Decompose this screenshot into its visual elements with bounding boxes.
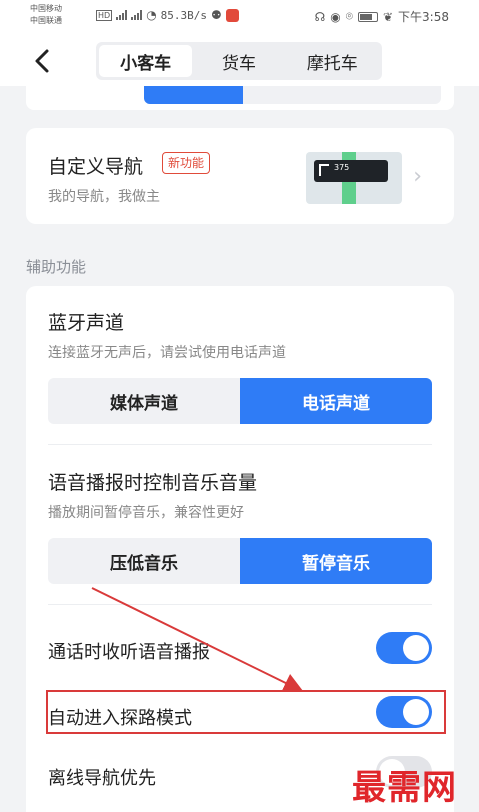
wifi-icon: ◔ <box>146 8 157 22</box>
pause-music-option[interactable]: 暂停音乐 <box>240 538 432 584</box>
carrier-info: 中国移动 中国联通 <box>30 3 62 27</box>
custom-nav-card[interactable]: 自定义导航 新功能 我的导航，我做主 375 › <box>26 128 454 224</box>
call-voice-label: 通话时收听语音播报 <box>48 642 210 663</box>
highlight-box <box>46 690 446 734</box>
divider <box>48 444 432 445</box>
clock-time: 下午3:58 <box>398 10 449 24</box>
watermark-logo: 最需网 <box>352 768 457 808</box>
headphones-icon: ☊ <box>314 9 326 24</box>
phone-channel-option[interactable]: 电话声道 <box>240 378 432 424</box>
status-right-icons: ☊ ◉ ⌾ ❦ 下午3:58 <box>315 8 449 25</box>
nav-preview-distance: 375 <box>334 163 350 172</box>
leaf-icon: ❦ <box>382 9 394 24</box>
offline-nav-label: 离线导航优先 <box>48 768 156 789</box>
music-volume-subtitle: 播放期间暂停音乐，兼容性更好 <box>48 505 244 521</box>
turn-left-icon <box>319 164 329 176</box>
screen: 中国移动 中国联通 HD ◔ 85.3B/s ⚉ ☊ ◉ ⌾ ❦ 下午3:58 … <box>0 0 479 812</box>
bluetooth-subtitle: 连接蓝牙无声后，请尝试使用电话声道 <box>48 345 286 361</box>
bluetooth-channel-selector: 媒体声道 电话声道 <box>48 378 432 424</box>
location-icon: ⌾ <box>345 9 353 23</box>
net-speed: 85.3B/s <box>160 8 208 22</box>
previous-segment-partial <box>144 86 441 104</box>
lower-music-option[interactable]: 压低音乐 <box>48 538 240 584</box>
tab-car[interactable]: 小客车 <box>99 45 193 77</box>
chevron-right-icon: › <box>413 164 422 189</box>
tab-motorcycle[interactable]: 摩托车 <box>286 45 379 77</box>
back-icon[interactable] <box>28 46 58 76</box>
bluetooth-title: 蓝牙声道 <box>48 312 125 334</box>
app-icon: ⚉ <box>211 8 222 22</box>
section-label: 辅助功能 <box>26 258 87 276</box>
eye-icon: ◉ <box>330 9 341 24</box>
previous-card-partial <box>26 86 454 110</box>
media-channel-option[interactable]: 媒体声道 <box>48 378 240 424</box>
music-volume-title: 语音播报时控制音乐音量 <box>48 472 258 494</box>
divider <box>48 604 432 605</box>
tab-truck[interactable]: 货车 <box>192 45 285 77</box>
carrier-1: 中国移动 <box>30 4 62 13</box>
new-feature-badge: 新功能 <box>162 152 211 174</box>
battery-icon <box>357 11 378 22</box>
vehicle-type-tabs: 小客车 货车 摩托车 <box>96 42 382 80</box>
carrier-2: 中国联通 <box>30 16 62 25</box>
notification-icon <box>225 8 239 22</box>
custom-nav-subtitle: 我的导航，我做主 <box>48 189 160 205</box>
nav-preview-image: 375 <box>306 152 402 204</box>
nav-preview-panel: 375 <box>314 160 388 182</box>
signal-icon <box>116 10 128 20</box>
status-bar: 中国移动 中国联通 HD ◔ 85.3B/s ⚉ ☊ ◉ ⌾ ❦ 下午3:58 <box>0 0 479 36</box>
status-left-icons: HD ◔ 85.3B/s ⚉ <box>96 8 239 22</box>
header: 小客车 货车 摩托车 <box>0 36 479 86</box>
call-voice-toggle[interactable] <box>376 632 432 664</box>
music-volume-selector: 压低音乐 暂停音乐 <box>48 538 432 584</box>
custom-nav-title: 自定义导航 <box>48 156 144 178</box>
signal-icon-2 <box>131 10 143 20</box>
hd-indicator: HD <box>96 9 113 21</box>
